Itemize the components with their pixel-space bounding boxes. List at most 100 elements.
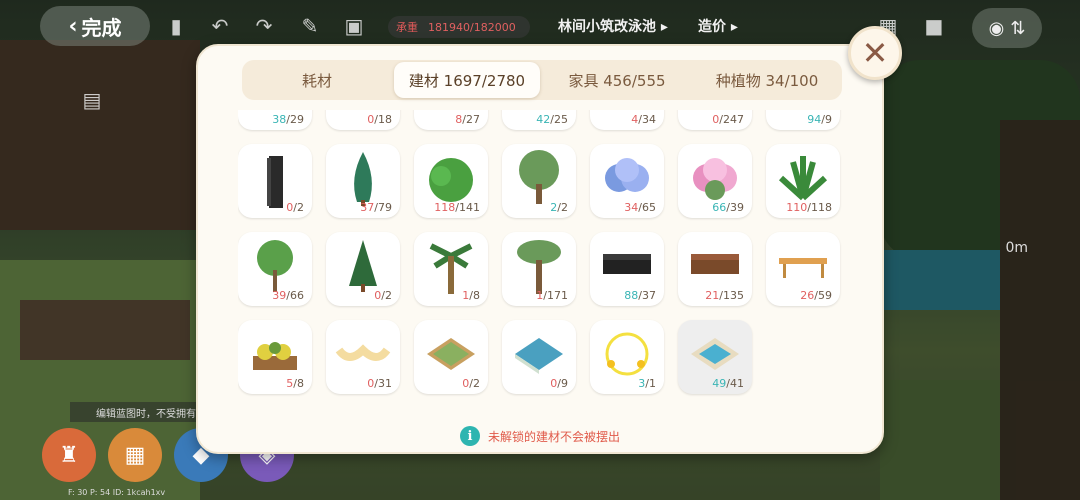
- item-required: 171: [547, 289, 568, 302]
- item-garden-bed[interactable]: 0/2: [414, 320, 488, 394]
- item-small-tree[interactable]: 39/66: [238, 232, 312, 306]
- item-required: 66: [290, 289, 304, 302]
- chair-icon: ♜: [59, 442, 79, 468]
- back-chevron-icon: ‹: [68, 13, 78, 39]
- category-tabs: 耗材 建材 1697/2780 家具 456/555 种植物 34/100: [242, 60, 842, 100]
- item-required: 31: [378, 377, 392, 390]
- item-fence-rail[interactable]: 38/29: [238, 110, 312, 130]
- item-pool-tile[interactable]: 0/9: [502, 320, 576, 394]
- item-black-beam[interactable]: 88/37: [590, 232, 664, 306]
- item-count: 88/37: [624, 289, 656, 302]
- layer-icon[interactable]: ▣: [342, 14, 366, 38]
- item-dark-pillar[interactable]: 4/34: [590, 110, 664, 130]
- item-wood-beam[interactable]: 21/135: [678, 232, 752, 306]
- item-pool-frame[interactable]: 49/41: [678, 320, 752, 394]
- item-count: 5/8: [286, 377, 304, 390]
- item-hydrangea-pink[interactable]: 66/39: [678, 144, 752, 218]
- camera-icon[interactable]: ■: [922, 14, 946, 38]
- swap-icon: ⇅: [1010, 17, 1026, 39]
- tab-3[interactable]: 种植物 34/100: [694, 62, 840, 98]
- character-button[interactable]: ♜: [42, 428, 96, 482]
- tab-1[interactable]: 建材 1697/2780: [394, 62, 540, 98]
- item-light-ring[interactable]: 3/1: [590, 320, 664, 394]
- tab-2[interactable]: 家具 456/555: [544, 62, 690, 98]
- item-required: 59: [818, 289, 832, 302]
- undo-icon[interactable]: ↶: [208, 14, 232, 38]
- item-required: 118: [811, 201, 832, 214]
- item-owned: 21: [705, 289, 720, 302]
- item-count: 118/141: [434, 201, 480, 214]
- item-required: 37: [642, 289, 656, 302]
- item-count: 49/41: [712, 377, 744, 390]
- bricks-icon: ▦: [124, 442, 146, 468]
- item-required: 2: [561, 201, 568, 214]
- item-wood-table[interactable]: 26/59: [766, 232, 840, 306]
- item-owned: 34: [624, 201, 639, 214]
- item-owned: 94: [807, 113, 822, 126]
- item-count: 94/9: [807, 113, 832, 126]
- item-required: 41: [730, 377, 744, 390]
- capacity-indicator: 承重 181940/182000: [388, 16, 530, 38]
- item-flower-arch[interactable]: 0/18: [326, 110, 400, 130]
- item-wood-pillar[interactable]: 42/25: [502, 110, 576, 130]
- item-required: 27: [466, 113, 480, 126]
- item-red-goblet[interactable]: 94/9: [766, 110, 840, 130]
- item-count: 3/1: [638, 377, 656, 390]
- item-required: 2: [385, 289, 392, 302]
- item-black-panel[interactable]: 0/2: [238, 144, 312, 218]
- item-cypress[interactable]: 37/79: [326, 144, 400, 218]
- brush-icon[interactable]: ✎: [298, 14, 322, 38]
- item-required: 18: [378, 113, 392, 126]
- caret-right-icon: ▸: [660, 19, 668, 35]
- item-wood-post[interactable]: 8/27: [414, 110, 488, 130]
- view-toggle-button[interactable]: ◉ ⇅: [972, 8, 1042, 48]
- redo-icon[interactable]: ↷: [252, 14, 276, 38]
- close-icon: ✕: [861, 34, 889, 72]
- item-count: 42/25: [536, 113, 568, 126]
- item-tall-tree[interactable]: 1/171: [502, 232, 576, 306]
- item-required: 9: [825, 113, 832, 126]
- distance-readout: 0m: [1005, 240, 1028, 256]
- item-count: 39/66: [272, 289, 304, 302]
- item-owned: 49: [712, 377, 727, 390]
- item-owned: 66: [712, 201, 727, 214]
- item-required: 34: [642, 113, 656, 126]
- book-icon[interactable]: ▮: [164, 14, 188, 38]
- item-flower-planter[interactable]: 5/8: [238, 320, 312, 394]
- cost-button[interactable]: 造价 ▸: [698, 16, 738, 36]
- item-required: 1: [649, 377, 656, 390]
- save-icon[interactable]: ▤: [80, 88, 104, 112]
- item-owned: 118: [434, 201, 456, 214]
- item-palm[interactable]: 1/8: [414, 232, 488, 306]
- cost-label: 造价: [698, 19, 726, 35]
- materials-panel: 耗材 建材 1697/2780 家具 456/555 种植物 34/100 38/29…: [196, 44, 884, 454]
- item-pine[interactable]: 0/2: [326, 232, 400, 306]
- blueprint-name-button[interactable]: 林间小筑改泳池 ▸: [558, 16, 668, 36]
- item-count: 0/2: [462, 377, 480, 390]
- item-required: 9: [561, 377, 568, 390]
- item-fern[interactable]: 110/118: [766, 144, 840, 218]
- bricks-button[interactable]: ▦: [108, 428, 162, 482]
- item-count: 0/31: [367, 377, 392, 390]
- item-required: 29: [290, 113, 304, 126]
- item-owned: 26: [800, 289, 815, 302]
- hint-bar: 编辑蓝图时，不受拥有: [70, 402, 210, 422]
- item-round-bush[interactable]: 118/141: [414, 144, 488, 218]
- item-count: 38/29: [272, 113, 304, 126]
- item-owned: 38: [272, 113, 287, 126]
- close-button[interactable]: ✕: [848, 26, 902, 80]
- item-count: 37/79: [360, 201, 392, 214]
- item-count: 26/59: [800, 289, 832, 302]
- item-required: 39: [730, 201, 744, 214]
- info-icon[interactable]: i: [459, 426, 480, 446]
- item-required: 8: [297, 377, 304, 390]
- item-broad-tree[interactable]: 2/2: [502, 144, 576, 218]
- item-lace-trim[interactable]: 0/31: [326, 320, 400, 394]
- tab-0[interactable]: 耗材: [244, 62, 390, 98]
- capacity-label: 承重: [396, 21, 418, 34]
- item-grid-viewport[interactable]: 38/29 0/18 8/27 42/25 4/34 0/247 94/9 0/2 37/79 1…: [238, 110, 848, 422]
- item-count: 34/65: [624, 201, 656, 214]
- done-button[interactable]: ‹ 完成: [40, 6, 150, 46]
- item-orange-pillar[interactable]: 0/247: [678, 110, 752, 130]
- item-hydrangea-blue[interactable]: 34/65: [590, 144, 664, 218]
